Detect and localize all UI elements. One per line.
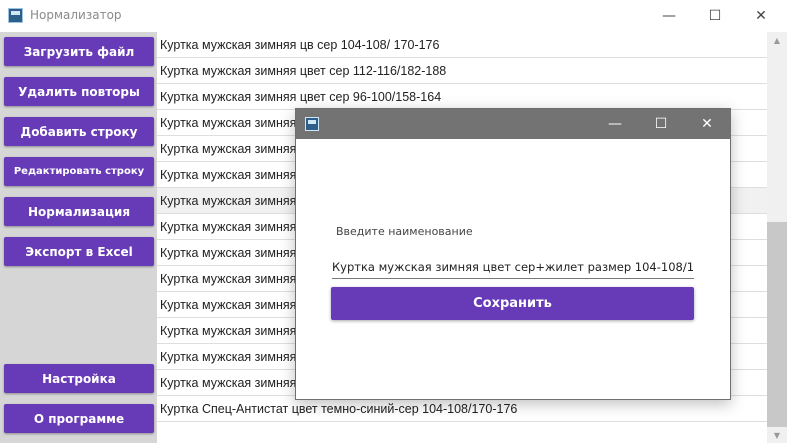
minimize-button[interactable]: — [646,0,692,32]
normalize-button[interactable]: Нормализация [4,197,154,226]
close-button[interactable]: ✕ [738,0,784,32]
maximize-button[interactable]: ☐ [692,0,738,32]
dialog-app-icon [305,117,319,131]
load-file-button[interactable]: Загрузить файл [4,37,154,66]
dialog-close-button[interactable]: ✕ [684,109,730,139]
app-icon [8,8,23,23]
name-input[interactable] [332,257,694,279]
save-button[interactable]: Сохранить [331,287,694,320]
settings-button[interactable]: Настройка [4,364,154,393]
main-window: Нормализатор — ☐ ✕ Загрузить файл Удалит… [0,0,787,443]
edit-dialog: — ☐ ✕ Введите наименование Сохранить [295,108,731,400]
name-field-label: Введите наименование [336,225,473,238]
remove-duplicates-button[interactable]: Удалить повторы [4,77,154,106]
scroll-thumb[interactable] [767,222,787,427]
app-title: Нормализатор [30,8,122,22]
list-item[interactable]: Куртка мужская зимняя цв сер 104-108/ 17… [157,32,767,58]
dialog-title-bar: — ☐ ✕ [296,109,730,139]
sidebar: Загрузить файл Удалить повторы Добавить … [0,32,157,443]
export-excel-button[interactable]: Экспорт в Excel [4,237,154,266]
list-item[interactable]: Куртка мужская зимняя цвет сер 96-100/15… [157,84,767,110]
scroll-up-icon[interactable]: ▲ [767,32,787,48]
about-button[interactable]: О программе [4,404,154,433]
add-row-button[interactable]: Добавить строку [4,117,154,146]
dialog-maximize-button[interactable]: ☐ [638,109,684,139]
scroll-down-icon[interactable]: ▼ [767,427,787,443]
dialog-minimize-button[interactable]: — [592,109,638,139]
edit-row-button[interactable]: Редактировать строку [4,157,154,186]
vertical-scrollbar[interactable]: ▲ ▼ [767,32,787,443]
title-bar: Нормализатор — ☐ ✕ [0,0,787,32]
list-item[interactable]: Куртка мужская зимняя цвет сер 112-116/1… [157,58,767,84]
